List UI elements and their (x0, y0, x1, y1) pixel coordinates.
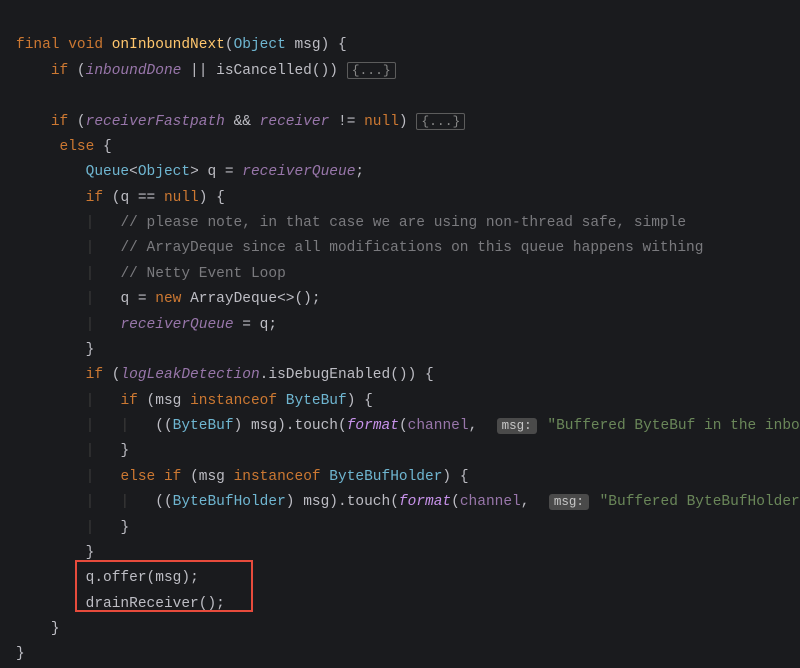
line-12: } (16, 342, 94, 358)
line-14: | if (msg instanceof ByteBuf) { (16, 393, 373, 409)
line-19: | } (16, 520, 129, 536)
param-hint: msg: (497, 418, 537, 434)
line-7: | // please note, in that case we are us… (16, 215, 686, 231)
comment: // ArrayDeque since all modifications on… (120, 240, 703, 256)
line-9: | // Netty Event Loop (16, 266, 286, 282)
keyword-final: final (16, 37, 60, 53)
line-11: | receiverQueue = q; (16, 317, 277, 333)
fold-marker[interactable]: {...} (416, 113, 465, 130)
line-24: } (16, 646, 25, 662)
string-literal: "Buffered ByteBuf in the inbo (547, 418, 799, 434)
method-name: onInboundNext (112, 37, 225, 53)
line-10: | q = new ArrayDeque<>(); (16, 291, 321, 307)
line-20: } (16, 545, 94, 561)
line-4: else { (16, 139, 112, 155)
line-17: | else if (msg instanceof ByteBufHolder)… (16, 469, 469, 485)
param-name: msg (294, 37, 320, 53)
line-3: if (receiverFastpath && receiver != null… (16, 114, 465, 130)
line-21: q.offer(msg); (16, 570, 199, 586)
line-22: drainReceiver(); (16, 596, 225, 612)
line-5: Queue<Object> q = receiverQueue; (16, 164, 364, 180)
line-16: | } (16, 443, 129, 459)
code-block: final void onInboundNext(Object msg) { i… (0, 8, 800, 668)
keyword-void: void (68, 37, 103, 53)
line-15: | | ((ByteBuf) msg).touch(format(channel… (16, 418, 800, 434)
fold-marker[interactable]: {...} (347, 62, 396, 79)
line-1: final void onInboundNext(Object msg) { (16, 37, 347, 53)
line-23: } (16, 621, 60, 637)
line-6: if (q == null) { (16, 190, 225, 206)
param-type: Object (234, 37, 286, 53)
line-2: if (inboundDone || isCancelled()) {...} (16, 63, 396, 79)
param-hint: msg: (549, 494, 589, 510)
comment: // please note, in that case we are usin… (120, 215, 686, 231)
string-literal: "Buffered ByteBufHolder (600, 494, 800, 510)
line-13: if (logLeakDetection.isDebugEnabled()) { (16, 367, 434, 383)
line-8: | // ArrayDeque since all modifications … (16, 240, 703, 256)
comment: // Netty Event Loop (120, 266, 285, 282)
line-18: | | ((ByteBufHolder) msg).touch(format(c… (16, 494, 800, 510)
